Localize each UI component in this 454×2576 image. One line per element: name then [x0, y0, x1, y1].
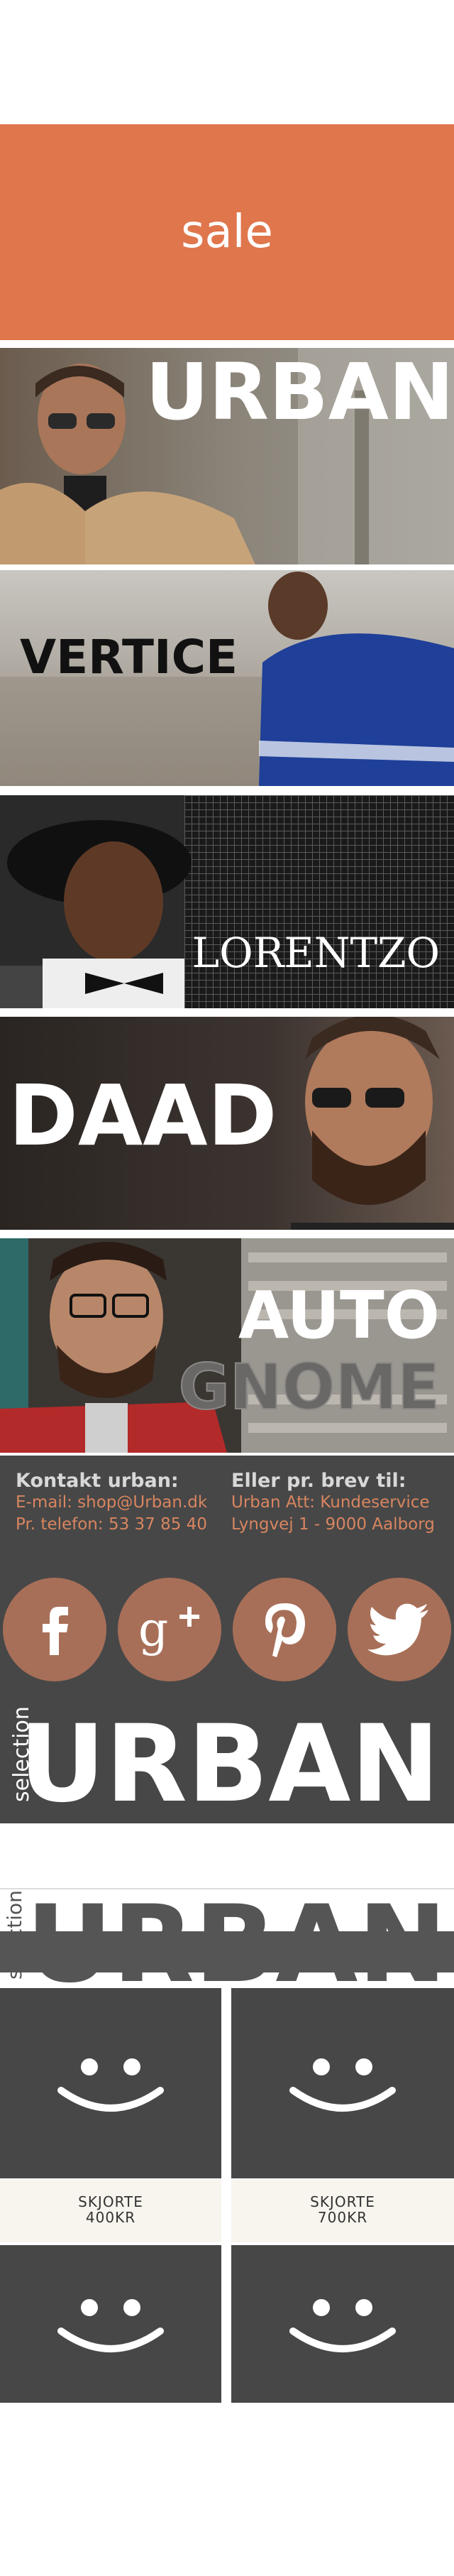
footer-logo[interactable]: selection URBAN	[0, 1703, 454, 1809]
shop-logo-urban: URBAN	[26, 1887, 447, 1984]
brand-banner-vertice[interactable]: VERTICE	[0, 570, 454, 786]
product-card-image[interactable]	[231, 2245, 454, 2403]
brand-urban-wordmark: URBAN	[145, 348, 454, 437]
shop-logo[interactable]: selection URBAN	[0, 1883, 454, 2007]
product-name: SKJORTE	[310, 2193, 375, 2210]
contact-heading: Kontakt urban:	[16, 1470, 179, 1492]
shop-logo-selection: selection	[3, 1890, 26, 1980]
product-card-image[interactable]	[231, 1988, 454, 2178]
facebook-icon	[43, 1607, 68, 1655]
smiley-placeholder-icon	[57, 2299, 164, 2352]
twitter-icon	[367, 1603, 428, 1656]
brand-banner-lorentzo[interactable]: LORENTZO	[0, 795, 454, 1008]
sale-label: sale	[181, 206, 273, 258]
smiley-placeholder-icon	[289, 2299, 396, 2352]
google-plus-button[interactable]: g	[118, 1578, 221, 1681]
postal-heading: Eller pr. brev til:	[231, 1470, 406, 1492]
pinterest-icon	[265, 1603, 305, 1657]
brand-auto-wordmark: AUTO	[238, 1277, 440, 1353]
smiley-placeholder-icon	[289, 2058, 396, 2112]
postal-line-1: Urban Att: Kundeservice	[231, 1493, 430, 1512]
brand-gnome-wordmark: GNOME	[179, 1350, 440, 1424]
product-caption[interactable]: SKJORTE 400KR	[0, 2180, 221, 2242]
contact-left-column: Kontakt urban: E-mail: shop@Urban.dk Pr.…	[16, 1470, 207, 1536]
product-card-image[interactable]	[0, 1988, 221, 2178]
sale-banner[interactable]: sale	[0, 124, 454, 340]
social-links: g	[0, 1578, 454, 1684]
product-price: 400KR	[85, 2209, 136, 2226]
brand-banner-autognome[interactable]: AUTO GNOME	[0, 1238, 454, 1453]
twitter-button[interactable]	[348, 1578, 451, 1681]
brand-daad-wordmark: DAAD	[9, 1066, 277, 1164]
pinterest-button[interactable]	[233, 1578, 336, 1681]
svg-text:g: g	[138, 1602, 168, 1657]
product-price: 700KR	[317, 2209, 368, 2226]
product-card-image[interactable]	[0, 2245, 221, 2403]
brand-banner-daad[interactable]: DAAD	[0, 1017, 454, 1230]
contact-right-column: Eller pr. brev til: Urban Att: Kundeserv…	[231, 1470, 435, 1536]
facebook-button[interactable]	[3, 1578, 106, 1681]
brand-vertice-wordmark: VERTICE	[20, 630, 238, 684]
brand-banner-urban[interactable]: URBAN	[0, 348, 454, 564]
footer-logo-urban: URBAN	[19, 1703, 440, 1809]
contact-section: Kontakt urban: E-mail: shop@Urban.dk Pr.…	[0, 1456, 454, 1823]
contact-email-link[interactable]: E-mail: shop@Urban.dk	[16, 1492, 207, 1514]
product-name: SKJORTE	[78, 2193, 143, 2210]
smiley-placeholder-icon	[57, 2058, 164, 2112]
postal-line-2: Lyngvej 1 - 9000 Aalborg	[231, 1515, 435, 1534]
product-caption[interactable]: SKJORTE 700KR	[231, 2180, 454, 2242]
contact-phone[interactable]: Pr. telefon: 53 37 85 40	[16, 1514, 207, 1536]
brand-lorentzo-wordmark: LORENTZO	[192, 929, 440, 977]
google-plus-icon: g	[138, 1602, 199, 1657]
